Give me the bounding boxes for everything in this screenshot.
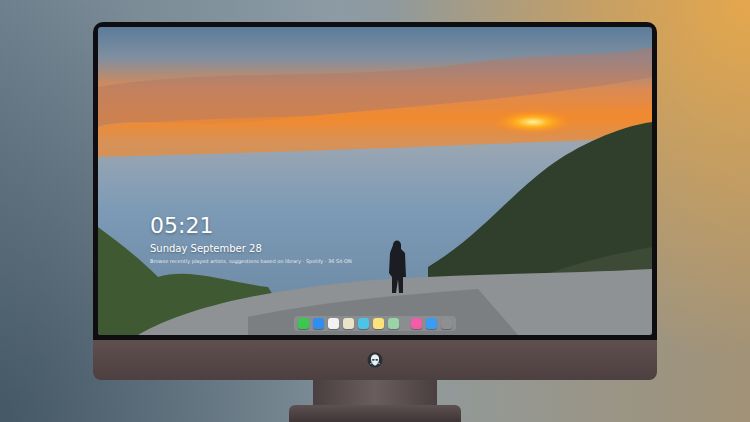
dock-app-icon[interactable] bbox=[411, 318, 422, 329]
lock-screen: 05:21 Sunday September 28 Browse recently … bbox=[98, 27, 652, 335]
dock-app-icon[interactable] bbox=[441, 318, 452, 329]
notification-line[interactable]: Browse recently played artists, suggesti… bbox=[150, 258, 652, 265]
clock-date: Sunday September 28 bbox=[150, 242, 652, 255]
clock-time: 05:21 bbox=[150, 213, 652, 239]
brand-logo-icon bbox=[367, 352, 383, 368]
monitor-stand-neck bbox=[313, 380, 437, 405]
dock-app-icon[interactable] bbox=[388, 318, 399, 329]
monitor-chin bbox=[93, 340, 657, 380]
dock bbox=[294, 316, 456, 331]
dock-app-icon[interactable] bbox=[426, 318, 437, 329]
dock-app-icon[interactable] bbox=[343, 318, 354, 329]
dock-app-icon[interactable] bbox=[373, 318, 384, 329]
dock-app-icon[interactable] bbox=[328, 318, 339, 329]
wallpaper-photo-icon bbox=[98, 27, 652, 335]
desktop-background: 05:21 Sunday September 28 Browse recently … bbox=[0, 0, 750, 422]
monitor-bezel: 05:21 Sunday September 28 Browse recently … bbox=[93, 22, 657, 340]
monitor-stand-base bbox=[289, 405, 461, 422]
dock-app-icon[interactable] bbox=[298, 318, 309, 329]
dock-app-icon[interactable] bbox=[313, 318, 324, 329]
monitor-screen: 05:21 Sunday September 28 Browse recently … bbox=[98, 27, 652, 335]
dock-app-icon[interactable] bbox=[358, 318, 369, 329]
